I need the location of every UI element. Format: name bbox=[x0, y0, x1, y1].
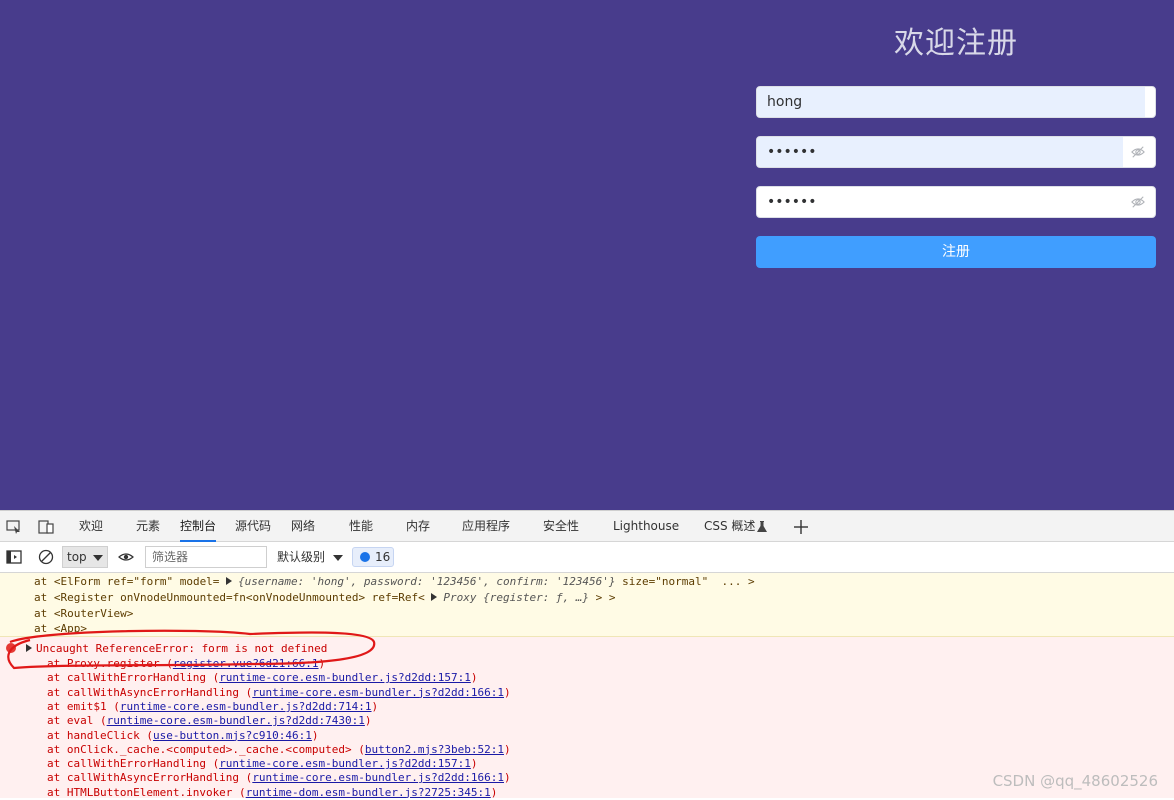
tab-network[interactable]: 网络 bbox=[291, 511, 315, 542]
frame-source-link[interactable]: runtime-core.esm-bundler.js?d2dd:166:1 bbox=[252, 686, 504, 699]
log-level-dropdown[interactable]: 默认级别 bbox=[277, 546, 344, 568]
issue-count: 16 bbox=[375, 550, 391, 564]
clear-console-icon[interactable] bbox=[38, 549, 54, 565]
expand-triangle-icon[interactable] bbox=[431, 593, 438, 601]
watermark: CSDN @qq_48602526 bbox=[992, 772, 1158, 790]
confirm-password-field[interactable]: •••••• bbox=[756, 186, 1156, 218]
add-tab-icon[interactable] bbox=[793, 519, 809, 535]
password-field[interactable]: •••••• bbox=[756, 136, 1156, 168]
frame-close: ) bbox=[470, 671, 478, 685]
red-annotation-circle bbox=[7, 629, 376, 670]
stack-frame: at handleClick (use-button.mjs?c910:46:1… bbox=[47, 729, 319, 743]
log-level-label: 默认级别 bbox=[277, 550, 326, 564]
warning-line: at <ElForm ref="form" model= {username: … bbox=[34, 575, 755, 588]
username-value: hong bbox=[767, 94, 803, 110]
console-filter-input[interactable]: 筛选器 bbox=[145, 546, 267, 568]
console-toolbar: top 筛选器 默认级别 16 bbox=[0, 542, 1174, 573]
frame-close: ) bbox=[490, 785, 498, 799]
frame-source-link[interactable]: use-button.mjs?c910:46:1 bbox=[153, 729, 312, 742]
frame-close: ) bbox=[311, 728, 319, 742]
frame-function: at eval ( bbox=[47, 714, 107, 728]
frame-close: ) bbox=[371, 699, 379, 713]
app-page: 欢迎注册 hong •••••• •••••• 注册 bbox=[0, 0, 1174, 510]
frame-function: at callWithAsyncErrorHandling ( bbox=[47, 685, 253, 699]
devtools-tabbar: 欢迎 元素 控制台 源代码 网络 性能 内存 应用程序 安全性 Lighthou… bbox=[0, 510, 1174, 542]
tab-performance[interactable]: 性能 bbox=[349, 511, 373, 542]
stack-frame: at onClick._cache.<computed>._cache.<com… bbox=[47, 743, 511, 757]
context-selector[interactable]: top bbox=[62, 546, 108, 568]
frame-close: ) bbox=[503, 685, 511, 699]
issue-icon bbox=[360, 552, 370, 562]
tab-welcome[interactable]: 欢迎 bbox=[79, 511, 103, 542]
stack-frame: at eval (runtime-core.esm-bundler.js?d2d… bbox=[47, 714, 372, 728]
stack-frame: at callWithAsyncErrorHandling (runtime-c… bbox=[47, 771, 511, 785]
stack-frame: at callWithErrorHandling (runtime-core.e… bbox=[47, 757, 477, 771]
frame-close: ) bbox=[503, 742, 511, 756]
eye-hidden-icon[interactable] bbox=[1131, 145, 1145, 159]
frame-function: at emit$1 ( bbox=[47, 699, 120, 713]
device-toolbar-icon[interactable] bbox=[38, 519, 54, 535]
frame-source-link[interactable]: runtime-core.esm-bundler.js?d2dd:7430:1 bbox=[107, 714, 365, 727]
tab-elements[interactable]: 元素 bbox=[136, 511, 160, 542]
frame-function: at callWithErrorHandling ( bbox=[47, 757, 220, 771]
frame-close: ) bbox=[470, 757, 478, 771]
username-field[interactable]: hong bbox=[756, 86, 1156, 118]
warning-line: at <Register onVnodeUnmounted=fn<onVnode… bbox=[34, 591, 616, 604]
sidebar-toggle-icon[interactable] bbox=[6, 549, 22, 565]
tab-lighthouse[interactable]: Lighthouse bbox=[613, 511, 679, 542]
page-title: 欢迎注册 bbox=[894, 26, 1018, 61]
devtools-panel: 欢迎 元素 控制台 源代码 网络 性能 内存 应用程序 安全性 Lighthou… bbox=[0, 510, 1174, 799]
frame-source-link[interactable]: runtime-core.esm-bundler.js?d2dd:166:1 bbox=[252, 771, 504, 784]
frame-close: ) bbox=[364, 714, 372, 728]
tab-security[interactable]: 安全性 bbox=[543, 511, 579, 542]
tab-console[interactable]: 控制台 bbox=[180, 511, 217, 542]
frame-source-link[interactable]: button2.mjs?3beb:52:1 bbox=[365, 743, 504, 756]
password-value: •••••• bbox=[767, 144, 817, 160]
issues-badge[interactable]: 16 bbox=[352, 547, 394, 567]
dropdown-arrow-icon bbox=[333, 554, 344, 561]
tab-css-overview[interactable]: CSS 概述 bbox=[704, 511, 755, 542]
register-button[interactable]: 注册 bbox=[756, 236, 1156, 268]
frame-source-link[interactable]: runtime-core.esm-bundler.js?d2dd:157:1 bbox=[219, 757, 471, 770]
frame-close: ) bbox=[503, 771, 511, 785]
confirm-password-value: •••••• bbox=[767, 194, 817, 210]
frame-function: at onClick._cache.<computed>._cache.<com… bbox=[47, 742, 365, 756]
frame-function: at callWithAsyncErrorHandling ( bbox=[47, 771, 253, 785]
eye-hidden-icon[interactable] bbox=[1131, 195, 1145, 209]
frame-source-link[interactable]: runtime-dom.esm-bundler.js?2725:345:1 bbox=[246, 786, 491, 799]
console-output: at <ElForm ref="form" model= {username: … bbox=[0, 573, 1174, 799]
tab-sources[interactable]: 源代码 bbox=[235, 511, 271, 542]
frame-function: at handleClick ( bbox=[47, 728, 153, 742]
warning-line: at <RouterView> bbox=[34, 607, 134, 620]
tab-memory[interactable]: 内存 bbox=[406, 511, 430, 542]
flask-icon bbox=[757, 521, 767, 532]
stack-frame: at callWithAsyncErrorHandling (runtime-c… bbox=[47, 686, 511, 700]
frame-function: at HTMLButtonElement.invoker ( bbox=[47, 785, 246, 799]
context-value: top bbox=[67, 550, 87, 564]
inspect-element-icon[interactable] bbox=[6, 519, 22, 535]
live-expression-eye-icon[interactable] bbox=[118, 549, 134, 565]
frame-source-link[interactable]: runtime-core.esm-bundler.js?d2dd:714:1 bbox=[120, 700, 372, 713]
stack-frame: at emit$1 (runtime-core.esm-bundler.js?d… bbox=[47, 700, 378, 714]
dropdown-arrow-icon bbox=[93, 555, 103, 561]
tab-application[interactable]: 应用程序 bbox=[462, 511, 510, 542]
expand-triangle-icon[interactable] bbox=[226, 577, 233, 585]
